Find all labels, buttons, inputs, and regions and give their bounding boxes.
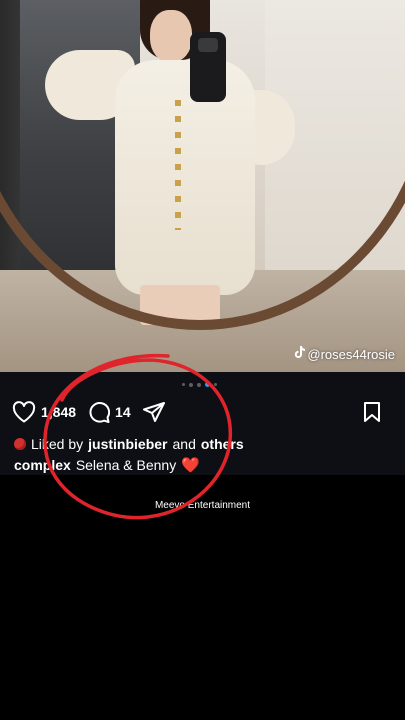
post-caption: complex Selena & Benny ❤️ (14, 456, 200, 474)
carousel-dot (182, 383, 185, 386)
credit-text: Meevo Entertainment (154, 500, 251, 511)
red-heart-emoji-icon: ❤️ (181, 457, 200, 474)
tiktok-icon (293, 346, 306, 362)
liked-by-user[interactable]: justinbieber (88, 436, 167, 452)
liked-by-line: Liked by justinbieber and others (14, 436, 244, 452)
liked-by-others[interactable]: others (201, 436, 244, 452)
post-photo[interactable] (0, 0, 405, 372)
liked-by-prefix: Liked by (31, 436, 84, 452)
carousel-dot (214, 383, 217, 386)
carousel-dot (197, 382, 201, 387)
save-button[interactable] (363, 402, 381, 422)
caption-username[interactable]: complex (14, 457, 71, 473)
share-icon (142, 402, 165, 422)
carousel-dot (189, 382, 193, 387)
bookmark-icon (363, 402, 381, 422)
carousel-dots (182, 382, 217, 387)
comment-button[interactable]: 14 (88, 401, 131, 423)
caption-text: Selena & Benny (75, 457, 177, 473)
carousel-dot-active (205, 382, 210, 387)
comments-count: 14 (115, 404, 131, 420)
red-circle-emoji-icon (14, 438, 26, 450)
watermark: @roses44rosie (293, 346, 395, 362)
action-bar: 1,848 14 (12, 400, 393, 424)
likes-count: 1,848 (41, 404, 77, 420)
like-button[interactable]: 1,848 (12, 401, 76, 423)
heart-icon (12, 401, 36, 423)
liked-by-and: and (172, 436, 196, 452)
watermark-handle: @roses44rosie (307, 346, 395, 362)
share-button[interactable] (142, 402, 165, 422)
comment-icon (88, 401, 111, 423)
post-action-area: 1,848 14 Liked by justinbieber and other… (0, 372, 405, 475)
